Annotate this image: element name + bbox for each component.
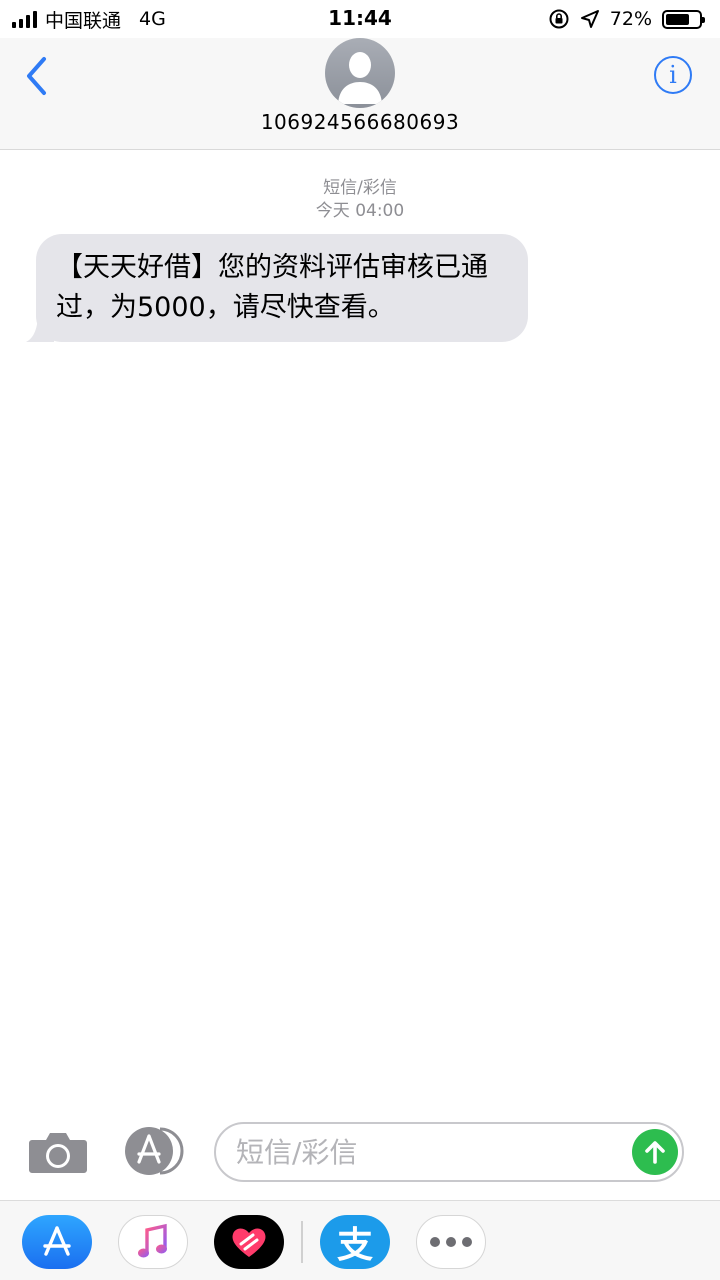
app-store-button[interactable] bbox=[122, 1126, 184, 1176]
info-icon: i bbox=[669, 61, 677, 89]
music-icon bbox=[138, 1223, 167, 1258]
chevron-left-icon bbox=[27, 57, 46, 95]
app-drawer: 支 bbox=[0, 1200, 720, 1280]
drawer-music[interactable] bbox=[118, 1215, 188, 1269]
camera-button[interactable] bbox=[28, 1130, 88, 1174]
app-store-icon bbox=[125, 1127, 184, 1175]
message-input[interactable] bbox=[236, 1124, 626, 1180]
more-icon bbox=[430, 1237, 440, 1247]
drawer-app-store[interactable] bbox=[22, 1215, 92, 1269]
app-store-icon bbox=[43, 1226, 71, 1256]
message-timestamp: 今天 04:00 bbox=[315, 201, 405, 221]
status-right: 72% bbox=[548, 6, 705, 32]
conversation-header: 106924566680693 i bbox=[0, 38, 720, 150]
arrow-up-icon bbox=[645, 1141, 665, 1164]
info-button[interactable]: i bbox=[654, 56, 692, 94]
incoming-message-bubble[interactable]: 【天天好借】您的资料评估审核已通过，为5000，请尽快查看。 bbox=[36, 234, 528, 342]
drawer-more-button[interactable] bbox=[416, 1215, 486, 1269]
drawer-digital-touch[interactable] bbox=[214, 1215, 284, 1269]
back-button[interactable] bbox=[18, 54, 54, 98]
message-input-container bbox=[214, 1122, 684, 1182]
alipay-icon: 支 bbox=[336, 1225, 373, 1266]
battery-icon bbox=[662, 9, 705, 29]
drawer-divider bbox=[301, 1221, 303, 1263]
heart-icon bbox=[232, 1228, 266, 1257]
more-icon-dot bbox=[446, 1237, 456, 1247]
composer-bar bbox=[0, 1112, 720, 1198]
contact-number[interactable]: 106924566680693 bbox=[0, 110, 720, 134]
battery-fill bbox=[666, 13, 690, 25]
camera-icon bbox=[29, 1133, 87, 1173]
drawer-alipay[interactable]: 支 bbox=[320, 1215, 390, 1269]
battery-percent: 72% bbox=[609, 8, 652, 30]
status-bar: 中国联通 4G 11:44 72% bbox=[0, 0, 720, 38]
message-row: 【天天好借】您的资料评估审核已通过，为5000，请尽快查看。 bbox=[24, 234, 528, 342]
send-button[interactable] bbox=[632, 1129, 678, 1175]
person-silhouette-icon bbox=[338, 52, 382, 104]
location-arrow-icon bbox=[580, 10, 599, 28]
rotation-lock-icon bbox=[549, 9, 569, 29]
contact-avatar[interactable] bbox=[325, 38, 395, 108]
message-text: 【天天好借】您的资料评估审核已通过，为5000，请尽快查看。 bbox=[56, 252, 488, 323]
message-type-label: 短信/彩信 bbox=[323, 178, 397, 198]
more-icon-dot bbox=[462, 1237, 472, 1247]
